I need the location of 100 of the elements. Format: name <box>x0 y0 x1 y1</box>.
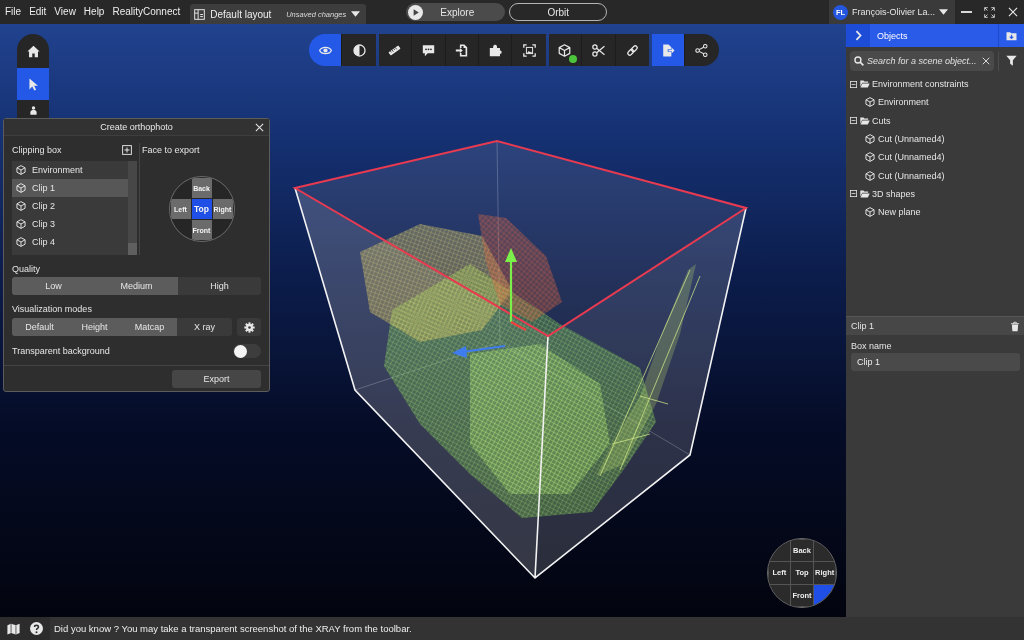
share-button[interactable] <box>685 34 719 66</box>
tree-item[interactable]: Cut (Unnamed4) <box>865 170 945 181</box>
folder-icon <box>860 189 870 198</box>
person-icon <box>28 106 38 115</box>
home-button[interactable] <box>17 34 49 68</box>
quality-option[interactable]: Medium <box>95 277 178 295</box>
import-button[interactable] <box>998 24 1024 47</box>
visibility-button[interactable] <box>309 34 343 66</box>
close-icon <box>254 122 264 132</box>
frame-button[interactable] <box>512 34 546 66</box>
plugin-button[interactable] <box>478 34 513 66</box>
cube-icon <box>16 183 26 193</box>
clipping-box-item[interactable]: Clip 4 <box>12 233 128 251</box>
clear-button[interactable] <box>982 56 990 65</box>
delete-button[interactable] <box>1010 320 1020 332</box>
collapse-icon[interactable] <box>850 80 857 88</box>
cube-icon <box>865 170 875 181</box>
export-button[interactable]: Export <box>172 370 261 388</box>
help-icon[interactable] <box>30 622 43 635</box>
puzzle-icon <box>488 43 502 57</box>
face-button[interactable]: Top <box>191 199 212 219</box>
menu-item[interactable]: File <box>1 5 26 19</box>
import-button[interactable] <box>445 34 479 66</box>
cube-icon <box>558 43 572 57</box>
person-button[interactable] <box>17 100 49 118</box>
folder-icon <box>860 80 870 89</box>
cube-icon <box>16 165 26 175</box>
visualization-mode-option[interactable]: Default <box>12 318 67 336</box>
folder-download-icon <box>1006 30 1017 41</box>
layout-icon <box>194 8 206 20</box>
visualization-mode-option[interactable]: X ray <box>177 318 232 336</box>
cube-icon <box>865 207 875 218</box>
close-icon <box>982 56 990 65</box>
add-box-icon[interactable] <box>122 145 132 155</box>
cursor-icon <box>26 77 40 91</box>
quality-option[interactable]: Low <box>12 277 95 295</box>
explore-button[interactable]: Explore <box>406 3 506 21</box>
search-field[interactable]: Search for a scene object... <box>850 50 994 71</box>
collapse-panel-button[interactable] <box>846 24 870 47</box>
clipping-box-item[interactable]: Clip 2 <box>12 197 128 215</box>
toggle-label: Transparent background <box>12 346 110 356</box>
document-export-icon <box>661 43 675 57</box>
box-name-field[interactable]: Clip 1 <box>851 353 1020 371</box>
cube-icon <box>16 237 26 247</box>
caret-icon <box>351 11 361 17</box>
document-import-icon <box>455 43 469 57</box>
orthophoto-button[interactable] <box>651 34 686 66</box>
section-label: Visualization modes <box>12 304 92 314</box>
cube-icon <box>16 201 26 211</box>
menu-item[interactable]: View <box>50 5 80 19</box>
search-icon <box>854 55 864 66</box>
tree-item[interactable]: Cut (Unnamed4) <box>865 134 945 145</box>
list-scrollbar[interactable] <box>128 161 137 255</box>
cube-button[interactable] <box>548 34 583 66</box>
tree-group[interactable]: 3D shapes <box>860 188 916 199</box>
visualization-mode-option[interactable]: Height <box>67 318 122 336</box>
contrast-button[interactable] <box>342 34 376 66</box>
dialog-title: Create orthophoto <box>99 122 174 132</box>
panel-title: Objects <box>870 24 998 47</box>
clipping-box-item[interactable]: Environment <box>12 161 128 179</box>
clipping-box-item[interactable]: Clip 3 <box>12 215 128 233</box>
link-icon <box>625 43 639 57</box>
visualization-mode-option[interactable]: Matcap <box>122 318 177 336</box>
menu-item[interactable]: Help <box>79 5 109 19</box>
cube-icon <box>865 152 875 163</box>
section-label: Quality <box>12 264 40 274</box>
collapse-icon[interactable] <box>850 190 857 198</box>
collapse-icon[interactable] <box>850 117 857 125</box>
tree-item[interactable]: New plane <box>865 207 921 218</box>
cube-icon <box>16 219 26 229</box>
cut-button[interactable] <box>582 34 616 66</box>
menu-item[interactable]: Edit <box>25 5 51 19</box>
navigation-button[interactable] <box>17 68 49 100</box>
tree-group[interactable]: Cuts <box>860 115 891 126</box>
share-icon <box>695 43 709 57</box>
scissors-icon <box>591 43 605 57</box>
menu-item[interactable]: RealityConnect <box>108 5 185 19</box>
map-icon[interactable] <box>7 622 20 635</box>
tree-item[interactable]: Environment <box>865 97 929 108</box>
link-button[interactable] <box>615 34 649 66</box>
filter-icon <box>1006 55 1017 66</box>
measure-button[interactable] <box>378 34 413 66</box>
toggle-switch[interactable] <box>233 344 261 358</box>
clipping-box-item[interactable]: Clip 1 <box>12 179 128 197</box>
section-title: Clip 1 <box>851 321 874 331</box>
settings-button[interactable] <box>237 318 261 336</box>
home-icon <box>26 44 40 58</box>
section-label: Clipping box <box>12 145 62 155</box>
field-label: Box name <box>851 341 892 351</box>
settings-icon <box>243 321 255 333</box>
comment-icon <box>421 43 435 57</box>
tree-group[interactable]: Environment constraints <box>860 79 969 90</box>
tree-item[interactable]: Cut (Unnamed4) <box>865 152 945 163</box>
folder-icon <box>860 116 870 125</box>
trash-icon <box>1010 320 1020 332</box>
layout-name: Default layout <box>210 8 272 20</box>
section-label: Face to export <box>142 145 200 155</box>
quality-option[interactable]: High <box>178 277 261 295</box>
comment-button[interactable] <box>412 34 446 66</box>
maximize-icon <box>984 6 995 18</box>
